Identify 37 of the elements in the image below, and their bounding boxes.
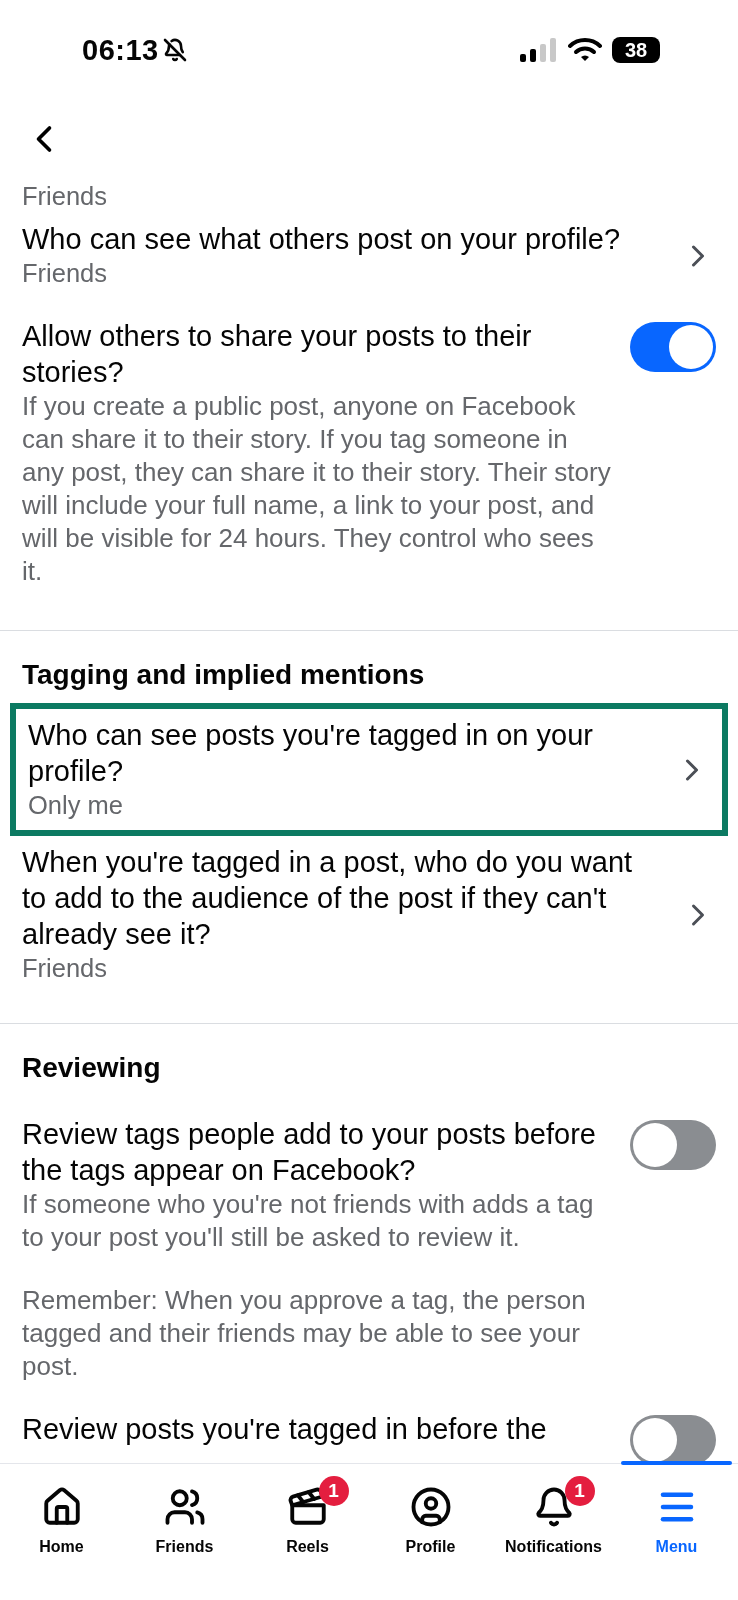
setting-value: Friends — [22, 182, 108, 210]
muted-bell-icon — [162, 38, 187, 62]
setting-title: Allow others to share your posts to their stories? — [22, 319, 533, 390]
tab-bar-item[interactable]: Profile — [369, 1464, 492, 1600]
clapperboard-icon — [286, 1486, 329, 1528]
clock-time: 06:13 — [82, 33, 159, 67]
setting-value: Friends — [22, 953, 109, 984]
tab-bar-item[interactable]: 1 Notifications — [492, 1464, 615, 1600]
toggle-switch[interactable] — [630, 1415, 716, 1463]
highlighted-setting-row[interactable]: Who can see posts you're tagged in on your profile? Only me — [10, 703, 728, 836]
setting-description: If someone who you're not friends with adds a tag to your post you'll still be asked to review it. — [22, 1188, 595, 1254]
tab-bar-item[interactable]: Home — [0, 1464, 123, 1600]
wifi-icon — [568, 38, 602, 62]
setting-value: Friends — [22, 258, 109, 289]
setting-title: When you're tagged in a post, who do you want to add to the audience of the post if they can't already see it? — [22, 845, 634, 952]
signal-icon — [520, 38, 558, 62]
tab-bar-item[interactable]: 1 Reels — [246, 1464, 369, 1600]
setting-row[interactable]: When you're tagged in a post, who do you want to add to the audience of the post if they can't already see it? Friends — [22, 836, 716, 993]
section-heading: Tagging and implied mentions — [22, 659, 426, 691]
battery-level: 38 — [612, 37, 660, 63]
setting-description: If you create a public post, anyone on Facebook can share it to their story. If you tag someone in any post, they can share it to their story. Their story will include your full name, a link to your post, and will be visible for 24 hours. They control who sees it. — [22, 390, 612, 588]
profile-icon — [409, 1486, 452, 1528]
setting-title: Who can see what others post on your profile? — [22, 222, 622, 257]
notification-count: 1 — [318, 1476, 349, 1506]
toggle-switch[interactable] — [630, 322, 716, 372]
setting-row[interactable]: Who can see what others post on your profile? Friends — [22, 213, 716, 298]
setting-title: Who can see posts you're tagged in on your profile? — [28, 718, 594, 789]
setting-title: Review posts you're tagged in before the — [22, 1412, 548, 1447]
setting-value: Only me — [28, 790, 124, 821]
section-heading: Reviewing — [22, 1052, 162, 1084]
toggle-switch[interactable] — [630, 1120, 716, 1170]
setting-title: Review tags people add to your posts before the tags appear on Facebook? — [22, 1117, 597, 1188]
notification-count: 1 — [564, 1476, 595, 1506]
people-icon — [163, 1486, 206, 1528]
setting-description: Remember: When you approve a tag, the person tagged and their friends may be able to see your post. — [22, 1284, 587, 1383]
tab-bar-item[interactable]: Friends — [123, 1464, 246, 1600]
tab-bar-item[interactable]: Menu — [615, 1464, 738, 1600]
